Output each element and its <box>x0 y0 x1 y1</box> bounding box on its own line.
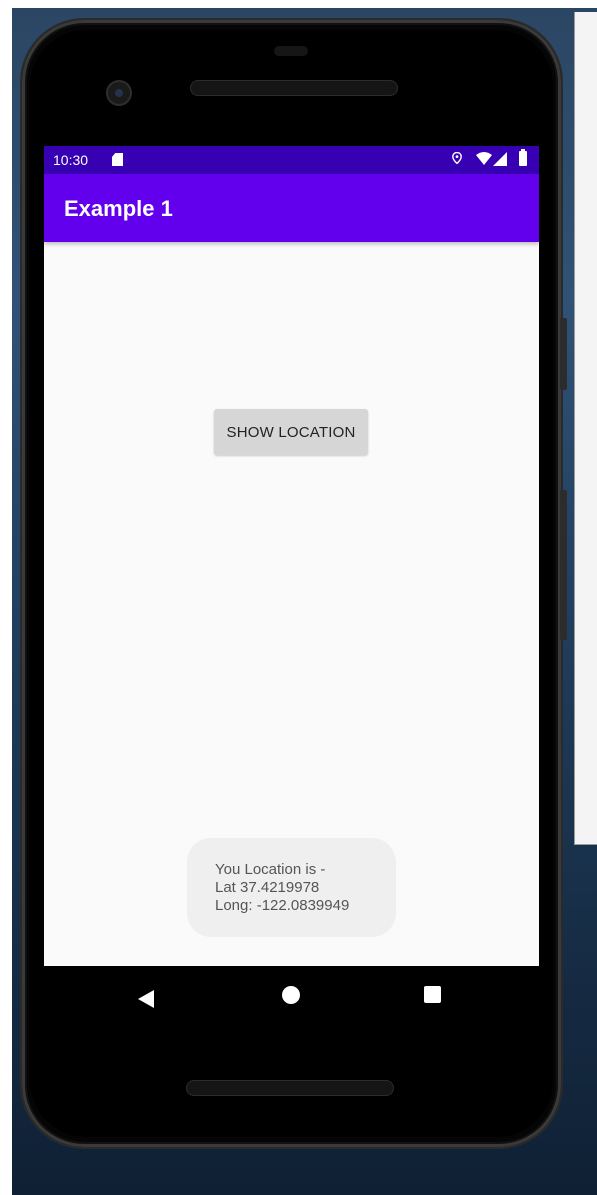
power-button[interactable] <box>560 318 567 390</box>
volume-button[interactable] <box>560 490 567 640</box>
status-time: 10:30 <box>53 152 89 168</box>
recents-icon[interactable] <box>424 986 441 1003</box>
device-screen: 10:30 Example 1 SHOW LOCATION You Locati… <box>44 146 539 966</box>
toast-line-longitude: Long: -122.0839949 <box>215 897 350 914</box>
bottom-speaker <box>186 1080 394 1096</box>
status-bar: 10:30 <box>44 146 539 174</box>
front-camera-icon <box>106 80 132 106</box>
toast-line-latitude: Lat 37.4219978 <box>215 879 320 896</box>
app-title: Example 1 <box>64 196 173 221</box>
app-bar: Example 1 <box>44 174 539 242</box>
side-panel <box>574 12 597 845</box>
left-edge <box>0 8 12 1195</box>
battery-icon <box>519 149 527 166</box>
earpiece-speaker <box>190 80 398 96</box>
location-toast: You Location is - Lat 37.4219978 Long: -… <box>187 838 396 937</box>
back-icon[interactable] <box>138 990 154 1008</box>
show-location-button[interactable]: SHOW LOCATION <box>214 409 368 455</box>
signal-icon <box>493 152 507 166</box>
sd-card-icon <box>112 153 123 166</box>
home-icon[interactable] <box>282 986 300 1004</box>
wifi-icon <box>476 152 492 165</box>
proximity-sensor <box>274 46 308 56</box>
location-icon <box>452 152 462 164</box>
top-edge <box>0 0 597 8</box>
toast-line-title: You Location is - <box>215 861 326 878</box>
